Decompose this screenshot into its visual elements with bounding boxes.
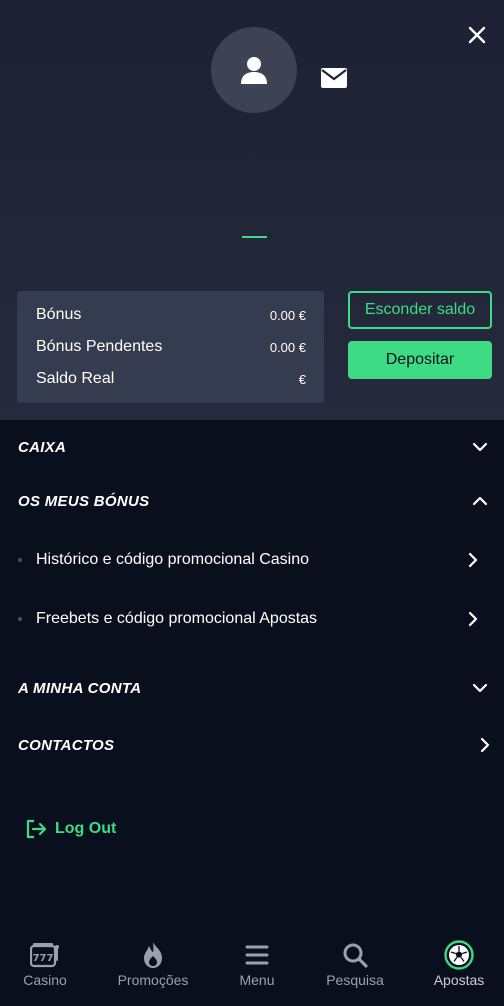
balance-label: Bónus Pendentes [36,338,163,355]
chevron-up-icon [472,496,488,506]
bonus-item-label: Histórico e código promocional Casino [36,551,310,568]
nav-apostas[interactable]: Apostas [409,926,504,1006]
bullet [18,617,22,621]
nav-label: Apostas [433,972,485,988]
section-conta[interactable]: A MINHA CONTA [18,673,488,703]
chevron-right-icon [468,552,478,568]
svg-text:777: 777 [33,953,54,964]
balance-label: Bónus [36,306,82,323]
balance-panel: Bónus 0.00 € Bónus Pendentes 0.00 € Sald… [17,291,324,403]
hide-balance-button[interactable]: Esconder saldo [348,291,492,329]
flame-icon [144,942,162,968]
logout-icon [26,819,47,839]
slot-machine-icon: 777 [30,943,59,968]
menu-icon [245,945,269,965]
section-title: CONTACTOS [18,736,115,754]
chevron-down-icon [472,683,488,693]
user-icon [241,57,267,84]
section-contactos[interactable]: CONTACTOS [18,730,490,760]
logout-button[interactable]: Log Out [25,815,116,843]
balance-value: € [298,371,306,387]
search-icon [343,943,368,968]
nav-menu[interactable]: Menu [207,926,307,1006]
nav-pesquisa[interactable]: Pesquisa [305,926,405,1006]
bonus-item-label: Freebets e código promocional Apostas [36,610,318,627]
bonus-item-casino[interactable]: Histórico e código promocional Casino [18,545,488,575]
section-title: A MINHA CONTA [18,679,142,697]
chevron-right-icon [480,737,490,753]
nav-casino[interactable]: 777 Casino [0,926,95,1006]
balance-row-real: Saldo Real € [36,367,306,391]
nav-label: Menu [239,972,275,988]
soccer-ball-icon [444,940,474,970]
bonus-item-apostas[interactable]: Freebets e código promocional Apostas [18,604,488,634]
nav-label: Promoções [117,972,189,988]
avatar[interactable] [211,27,297,113]
deposit-button[interactable]: Depositar [348,341,492,379]
nav-label: Casino [23,972,67,988]
nav-promocoes[interactable]: Promoções [103,926,203,1006]
balance-value: 0.00 € [269,307,306,323]
chevron-right-icon [468,611,478,627]
nav-label: Pesquisa [326,972,384,988]
section-caixa[interactable]: CAIXA [18,432,488,462]
bottom-nav: 777 Casino Promoções Menu Pesquisa Apost… [0,926,504,1006]
close-icon [468,26,486,44]
logout-label: Log Out [55,820,117,837]
close-button[interactable] [462,20,492,50]
balance-value: 0.00 € [269,339,306,355]
profile-header: Bónus 0.00 € Bónus Pendentes 0.00 € Sald… [0,0,504,420]
section-title: OS MEUS BÓNUS [18,492,150,510]
section-title: CAIXA [18,438,67,456]
section-bonus[interactable]: OS MEUS BÓNUS [18,486,488,516]
username-placeholder-dash [242,236,267,238]
balance-row-pending: Bónus Pendentes 0.00 € [36,335,306,359]
mail-icon [321,68,347,88]
mail-button[interactable] [320,66,348,90]
bullet [18,558,22,562]
chevron-down-icon [472,442,488,452]
balance-label: Saldo Real [36,370,115,387]
balance-row-bonus: Bónus 0.00 € [36,303,306,327]
